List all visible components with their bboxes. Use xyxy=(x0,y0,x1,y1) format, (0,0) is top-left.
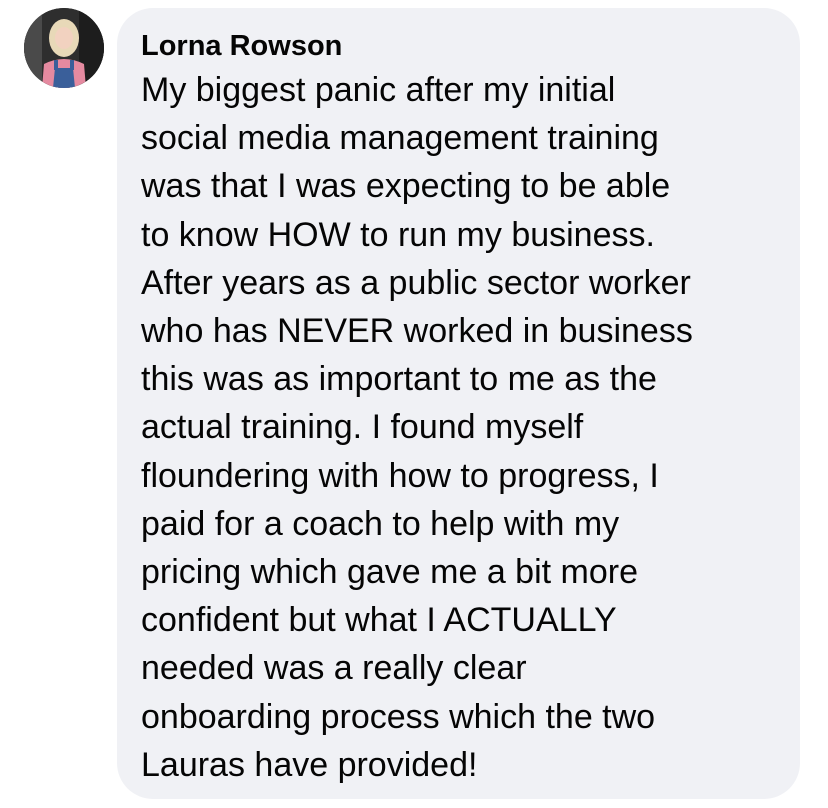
avatar[interactable] xyxy=(24,8,104,88)
comment-text-line: needed was a really clear xyxy=(141,649,527,688)
comment-text-line: After years as a public sector worker xyxy=(141,263,691,302)
comment-text-line: pricing which gave me a bit more xyxy=(141,553,639,592)
comment-text: My biggest panic after my initial social… xyxy=(141,66,776,789)
comment: Lorna Rowson My biggest panic after my i… xyxy=(0,0,828,808)
comment-text-line: paid for a coach to help with my xyxy=(141,504,620,543)
comment-text-line: to know HOW to run my business. xyxy=(141,215,655,254)
profile-photo-icon xyxy=(24,8,104,88)
comment-text-line: actual training. I found myself xyxy=(141,408,584,447)
comment-text-line: who has NEVER worked in business xyxy=(141,312,693,351)
comment-bubble: Lorna Rowson My biggest panic after my i… xyxy=(117,8,800,799)
comment-text-line: floundering with how to progress, I xyxy=(141,456,659,495)
comment-text-line: was that I was expecting to be able xyxy=(141,167,671,206)
comment-text-line: this was as important to me as the xyxy=(141,360,657,399)
comment-text-line: social media management training xyxy=(141,119,659,158)
comment-text-line: onboarding process which the two xyxy=(141,697,656,736)
comment-text-line: My biggest panic after my initial xyxy=(141,71,616,109)
comment-author-name[interactable]: Lorna Rowson xyxy=(141,26,776,66)
comment-text-line: confident but what I ACTUALLY xyxy=(141,601,617,640)
comment-text-line: Lauras have provided! xyxy=(141,745,478,784)
